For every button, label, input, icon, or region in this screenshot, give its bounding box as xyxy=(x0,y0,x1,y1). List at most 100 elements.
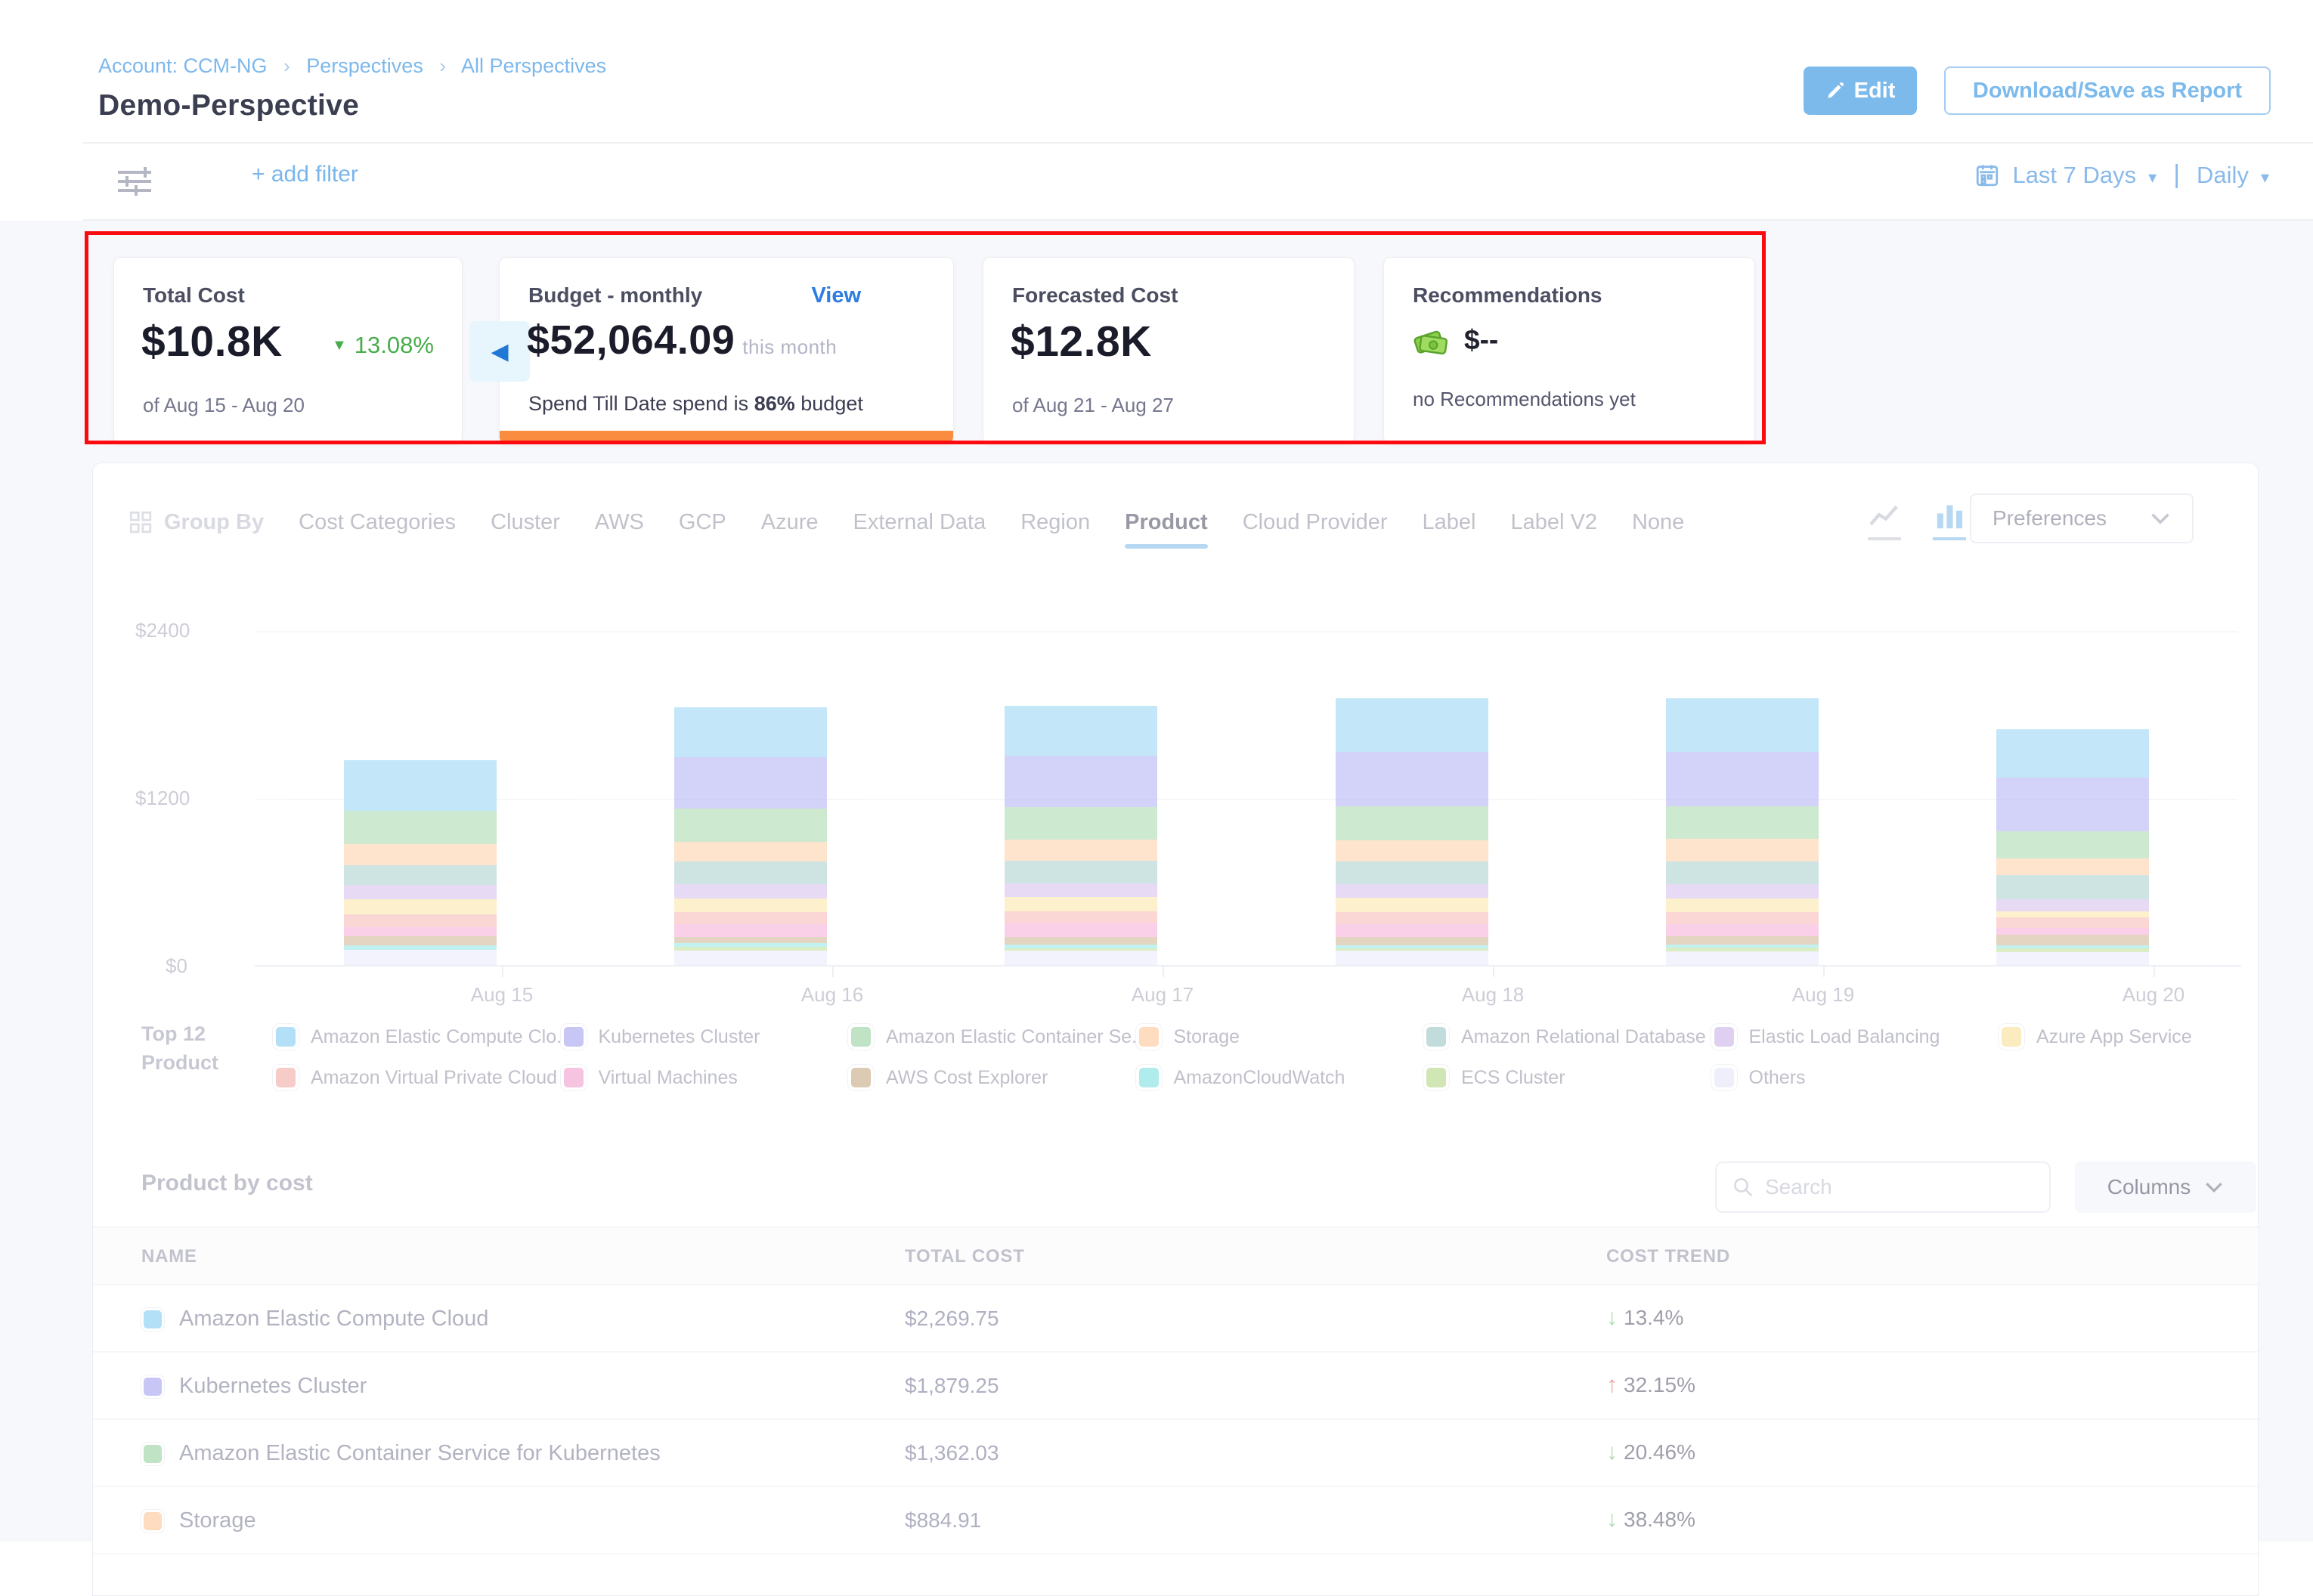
budget-progress-bar xyxy=(500,431,953,444)
search-icon xyxy=(1732,1176,1754,1199)
breadcrumb-account-link[interactable]: Account: CCM-NG xyxy=(98,54,268,77)
legend-color-swatch xyxy=(1423,1065,1449,1090)
segment-amazon-relational-database-service xyxy=(1996,875,2149,899)
date-controls: Last 7 Days ▾ | Daily ▾ xyxy=(1974,160,2269,190)
legend-item-amazoncloudwatch: AmazonCloudWatch xyxy=(1136,1065,1345,1090)
table-title: Product by cost xyxy=(141,1171,313,1196)
segment-storage xyxy=(1666,839,1819,861)
delta-percent: 13.08% xyxy=(355,332,434,359)
chevron-down-icon[interactable]: ▾ xyxy=(2261,163,2269,187)
segment-amazon-virtual-private-cloud xyxy=(1336,912,1488,924)
segment-elastic-load-balancing xyxy=(1996,899,2149,911)
granularity-dropdown[interactable]: Daily xyxy=(2197,162,2249,189)
perspective-main-panel: Group By Cost Categories Cluster AWS GCP… xyxy=(92,462,2259,1596)
segment-others xyxy=(344,950,497,967)
column-header-name: NAME xyxy=(141,1246,197,1267)
x-axis-tick xyxy=(502,967,503,977)
segment-virtual-machines xyxy=(344,927,497,936)
legend-color-swatch xyxy=(848,1024,874,1050)
legend-item-amazon-relational-database-: Amazon Relational Database ... xyxy=(1423,1024,1727,1050)
legend-label: Amazon Elastic Compute Clo... xyxy=(311,1026,572,1048)
legend-color-swatch xyxy=(561,1024,587,1050)
table-search xyxy=(1715,1161,2051,1213)
segment-aws-cost-explorer xyxy=(674,937,827,944)
segment-aws-cost-explorer xyxy=(1336,937,1488,945)
budget-value-suffix: this month xyxy=(742,336,837,358)
legend-item-ecs-cluster: ECS Cluster xyxy=(1423,1065,1565,1090)
page-header: Account: CCM-NG › Perspectives › All Per… xyxy=(0,0,2313,142)
total-cost-title: Total Cost xyxy=(143,283,245,308)
filter-bar: + add filter Last 7 Days ▾ | Daily ▾ xyxy=(0,144,2313,219)
download-save-report-button[interactable]: Download/Save as Report xyxy=(1944,66,2271,115)
row-total-cost: $884.91 xyxy=(905,1508,981,1533)
chevron-down-icon[interactable]: ▾ xyxy=(2148,163,2157,187)
breadcrumb-all-perspectives-link[interactable]: All Perspectives xyxy=(461,54,606,77)
legend-label: Amazon Elastic Container Se... xyxy=(886,1026,1147,1048)
segment-others xyxy=(1005,951,1157,967)
segment-amazon-elastic-compute-cloud xyxy=(674,707,827,757)
x-axis-tick xyxy=(1163,967,1164,977)
segment-amazon-virtual-private-cloud xyxy=(1005,911,1157,923)
arrow-down-icon: ↓ xyxy=(1606,1440,1618,1465)
legend-item-storage: Storage xyxy=(1136,1024,1240,1050)
edit-button[interactable]: Edit xyxy=(1804,66,1917,115)
total-cost-delta: ▼ 13.08% xyxy=(332,332,434,359)
recommendations-title: Recommendations xyxy=(1413,283,1602,308)
recommendations-card: Recommendations $-- no Recommendations y… xyxy=(1383,257,1755,444)
forecast-period: of Aug 21 - Aug 27 xyxy=(1012,394,1174,417)
table-row[interactable]: Amazon Elastic Container Service for Kub… xyxy=(93,1420,2259,1487)
segment-azure-app-service xyxy=(1666,899,1819,913)
segment-azure-app-service xyxy=(1005,897,1157,911)
legend-item-virtual-machines: Virtual Machines xyxy=(561,1065,738,1090)
budget-card: ◀ Budget - monthly View $52,064.09this m… xyxy=(499,257,954,444)
segment-storage xyxy=(1336,840,1488,861)
legend-item-aws-cost-explorer: AWS Cost Explorer xyxy=(848,1065,1048,1090)
segment-storage xyxy=(344,844,497,865)
money-bills-icon xyxy=(1413,323,1452,357)
table-row[interactable]: Kubernetes Cluster $1,879.25 ↑32.15% xyxy=(93,1353,2259,1420)
segment-others xyxy=(674,951,827,967)
arrow-down-icon: ↓ xyxy=(1606,1507,1618,1533)
budget-status-percent: 86% xyxy=(754,392,795,415)
arrow-up-icon: ↑ xyxy=(1606,1372,1618,1398)
legend-title: Top 12 Product xyxy=(141,1019,218,1077)
x-axis-label: Aug 15 xyxy=(419,983,585,1007)
breadcrumb-chevron-icon: › xyxy=(283,54,290,77)
forecast-value: $12.8K xyxy=(1011,317,1152,367)
breadcrumb-perspectives-link[interactable]: Perspectives xyxy=(306,54,423,77)
legend-color-swatch xyxy=(273,1024,299,1050)
stacked-bar-aug-16 xyxy=(674,707,827,967)
total-cost-card: Total Cost $10.8K ▼ 13.08% of Aug 15 - A… xyxy=(113,257,463,444)
row-total-cost: $2,269.75 xyxy=(905,1307,999,1331)
download-button-label: Download/Save as Report xyxy=(1973,79,2242,104)
row-cost-trend: ↑32.15% xyxy=(1606,1372,1695,1398)
filter-sliders-icon[interactable] xyxy=(115,163,162,200)
segment-others xyxy=(1336,951,1488,967)
date-range-dropdown[interactable]: Last 7 Days xyxy=(2012,162,2136,189)
row-total-cost: $1,879.25 xyxy=(905,1374,999,1398)
table-row[interactable]: Amazon Elastic Compute Cloud $2,269.75 ↓… xyxy=(93,1285,2259,1353)
edit-button-label: Edit xyxy=(1854,79,1896,104)
segment-amazon-relational-database-service xyxy=(344,865,497,885)
legend-color-swatch xyxy=(561,1065,587,1090)
search-input[interactable] xyxy=(1765,1175,2022,1199)
budget-view-link[interactable]: View xyxy=(811,283,861,308)
row-total-cost: $1,362.03 xyxy=(905,1441,999,1465)
columns-dropdown[interactable]: Columns xyxy=(2075,1161,2256,1213)
budget-amount: $52,064.09 xyxy=(527,317,735,363)
x-axis-tick xyxy=(832,967,834,977)
x-axis-tick xyxy=(1823,967,1825,977)
table-row[interactable]: Storage $884.91 ↓38.48% xyxy=(93,1487,2259,1554)
segment-elastic-load-balancing xyxy=(1666,884,1819,899)
segment-amazon-elastic-compute-cloud xyxy=(344,760,497,811)
budget-prev-button[interactable]: ◀ xyxy=(469,321,530,382)
x-axis-label: Aug 17 xyxy=(1079,983,1246,1007)
legend-label: Elastic Load Balancing xyxy=(1749,1026,1940,1048)
pencil-icon xyxy=(1825,81,1845,101)
breadcrumb-chevron-icon: › xyxy=(439,54,446,77)
budget-title: Budget - monthly xyxy=(528,283,702,308)
add-filter-button[interactable]: + add filter xyxy=(252,162,358,187)
legend-item-amazon-virtual-private-cloud: Amazon Virtual Private Cloud xyxy=(273,1065,557,1090)
segment-azure-app-service xyxy=(1996,911,2149,917)
forecasted-cost-card: Forecasted Cost $12.8K of Aug 21 - Aug 2… xyxy=(983,257,1355,444)
